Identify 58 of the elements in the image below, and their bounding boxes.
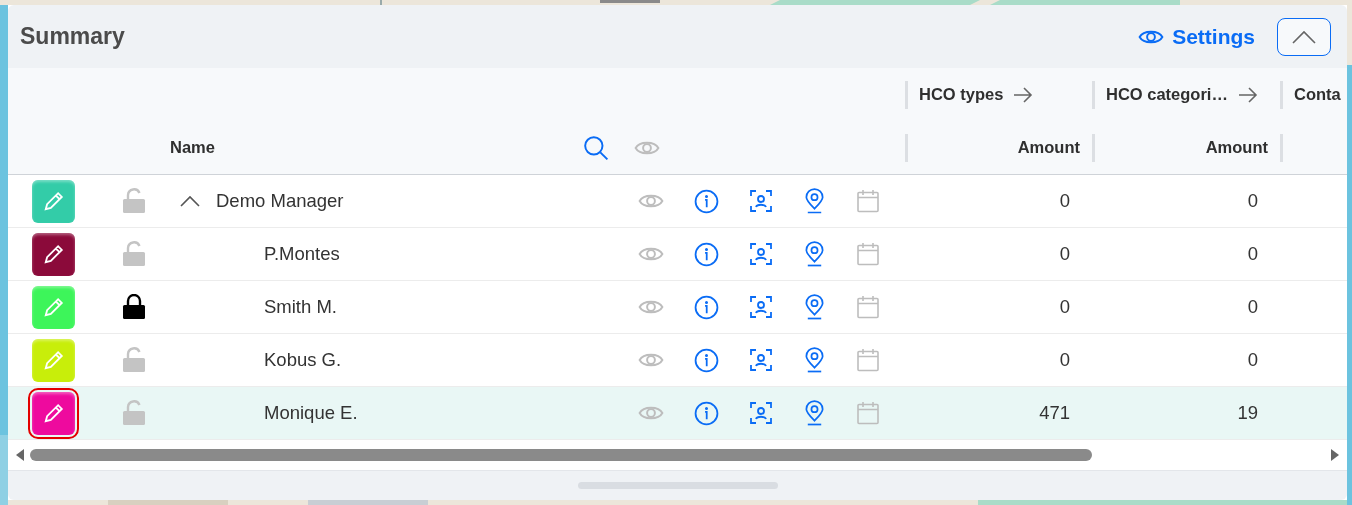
- info-icon[interactable]: [694, 294, 719, 320]
- scroll-left-arrow[interactable]: [16, 449, 24, 461]
- location-pin-icon[interactable]: [803, 400, 826, 426]
- person-scan-icon[interactable]: [749, 348, 773, 372]
- info-icon[interactable]: [694, 347, 719, 373]
- amount-cell: 0: [1247, 190, 1258, 212]
- amount-cell: 0: [1247, 296, 1258, 318]
- search-icon[interactable]: [583, 134, 609, 161]
- location-pin-icon[interactable]: [803, 241, 826, 267]
- arrow-right-icon: [1013, 86, 1034, 103]
- settings-link[interactable]: Settings: [1138, 23, 1255, 50]
- caret-icon: [1292, 29, 1316, 44]
- amount-cell: 0: [1059, 349, 1070, 371]
- panel-title: Summary: [20, 23, 126, 50]
- collapse-caret-icon[interactable]: [180, 195, 200, 207]
- column-group-header[interactable]: Conta: [1294, 85, 1341, 104]
- info-icon[interactable]: [694, 400, 719, 426]
- info-icon[interactable]: [694, 188, 719, 214]
- person-scan-icon[interactable]: [749, 189, 773, 213]
- collapse-button[interactable]: [1277, 17, 1331, 56]
- name-cell: Monique E.: [264, 402, 358, 424]
- arrow-right-icon: [1237, 86, 1258, 103]
- name-cell: Smith M.: [264, 296, 337, 318]
- column-header[interactable]: Name: [170, 138, 215, 157]
- amount-cell: 0: [1247, 243, 1258, 265]
- location-pin-icon[interactable]: [803, 188, 826, 214]
- pencil-icon: [42, 296, 65, 318]
- person-scan-icon[interactable]: [749, 401, 773, 425]
- amount-cell: 0: [1059, 296, 1070, 318]
- info-icon[interactable]: [694, 241, 719, 267]
- amount-cell: 0: [1059, 243, 1070, 265]
- column-group-header[interactable]: HCO categori…: [1106, 85, 1228, 104]
- edit-button[interactable]: [32, 232, 75, 276]
- table-row[interactable]: P.Montes 0 0: [8, 228, 1347, 281]
- name-cell: P.Montes: [264, 243, 340, 265]
- column-group-header[interactable]: HCO types: [919, 85, 1004, 104]
- person-scan-icon[interactable]: [749, 242, 773, 266]
- amount-cell: 0: [1247, 349, 1258, 371]
- amount-cell: 471: [1039, 402, 1070, 424]
- person-scan-icon[interactable]: [749, 295, 773, 319]
- scrollbar-thumb[interactable]: [30, 449, 1092, 461]
- location-pin-icon[interactable]: [803, 294, 826, 320]
- amount-cell: 0: [1059, 190, 1070, 212]
- pencil-icon: [42, 349, 65, 371]
- lock-icon[interactable]: [122, 294, 146, 320]
- pencil-icon: [42, 190, 65, 212]
- amount-cell: 19: [1237, 402, 1258, 424]
- name-cell: Demo Manager: [216, 190, 344, 212]
- table-row[interactable]: Demo Manager 0 0: [8, 175, 1347, 228]
- pencil-icon: [42, 243, 65, 265]
- table-row[interactable]: Smith M. 0 0: [8, 281, 1347, 334]
- table-row[interactable]: Monique E. 471 19: [8, 387, 1347, 440]
- column-header[interactable]: Amount: [1017, 138, 1080, 157]
- name-cell: Kobus G.: [264, 349, 342, 371]
- pencil-icon: [42, 402, 65, 424]
- column-header[interactable]: Amount: [1205, 138, 1268, 157]
- scroll-right-arrow[interactable]: [1331, 449, 1339, 461]
- location-pin-icon[interactable]: [803, 347, 826, 373]
